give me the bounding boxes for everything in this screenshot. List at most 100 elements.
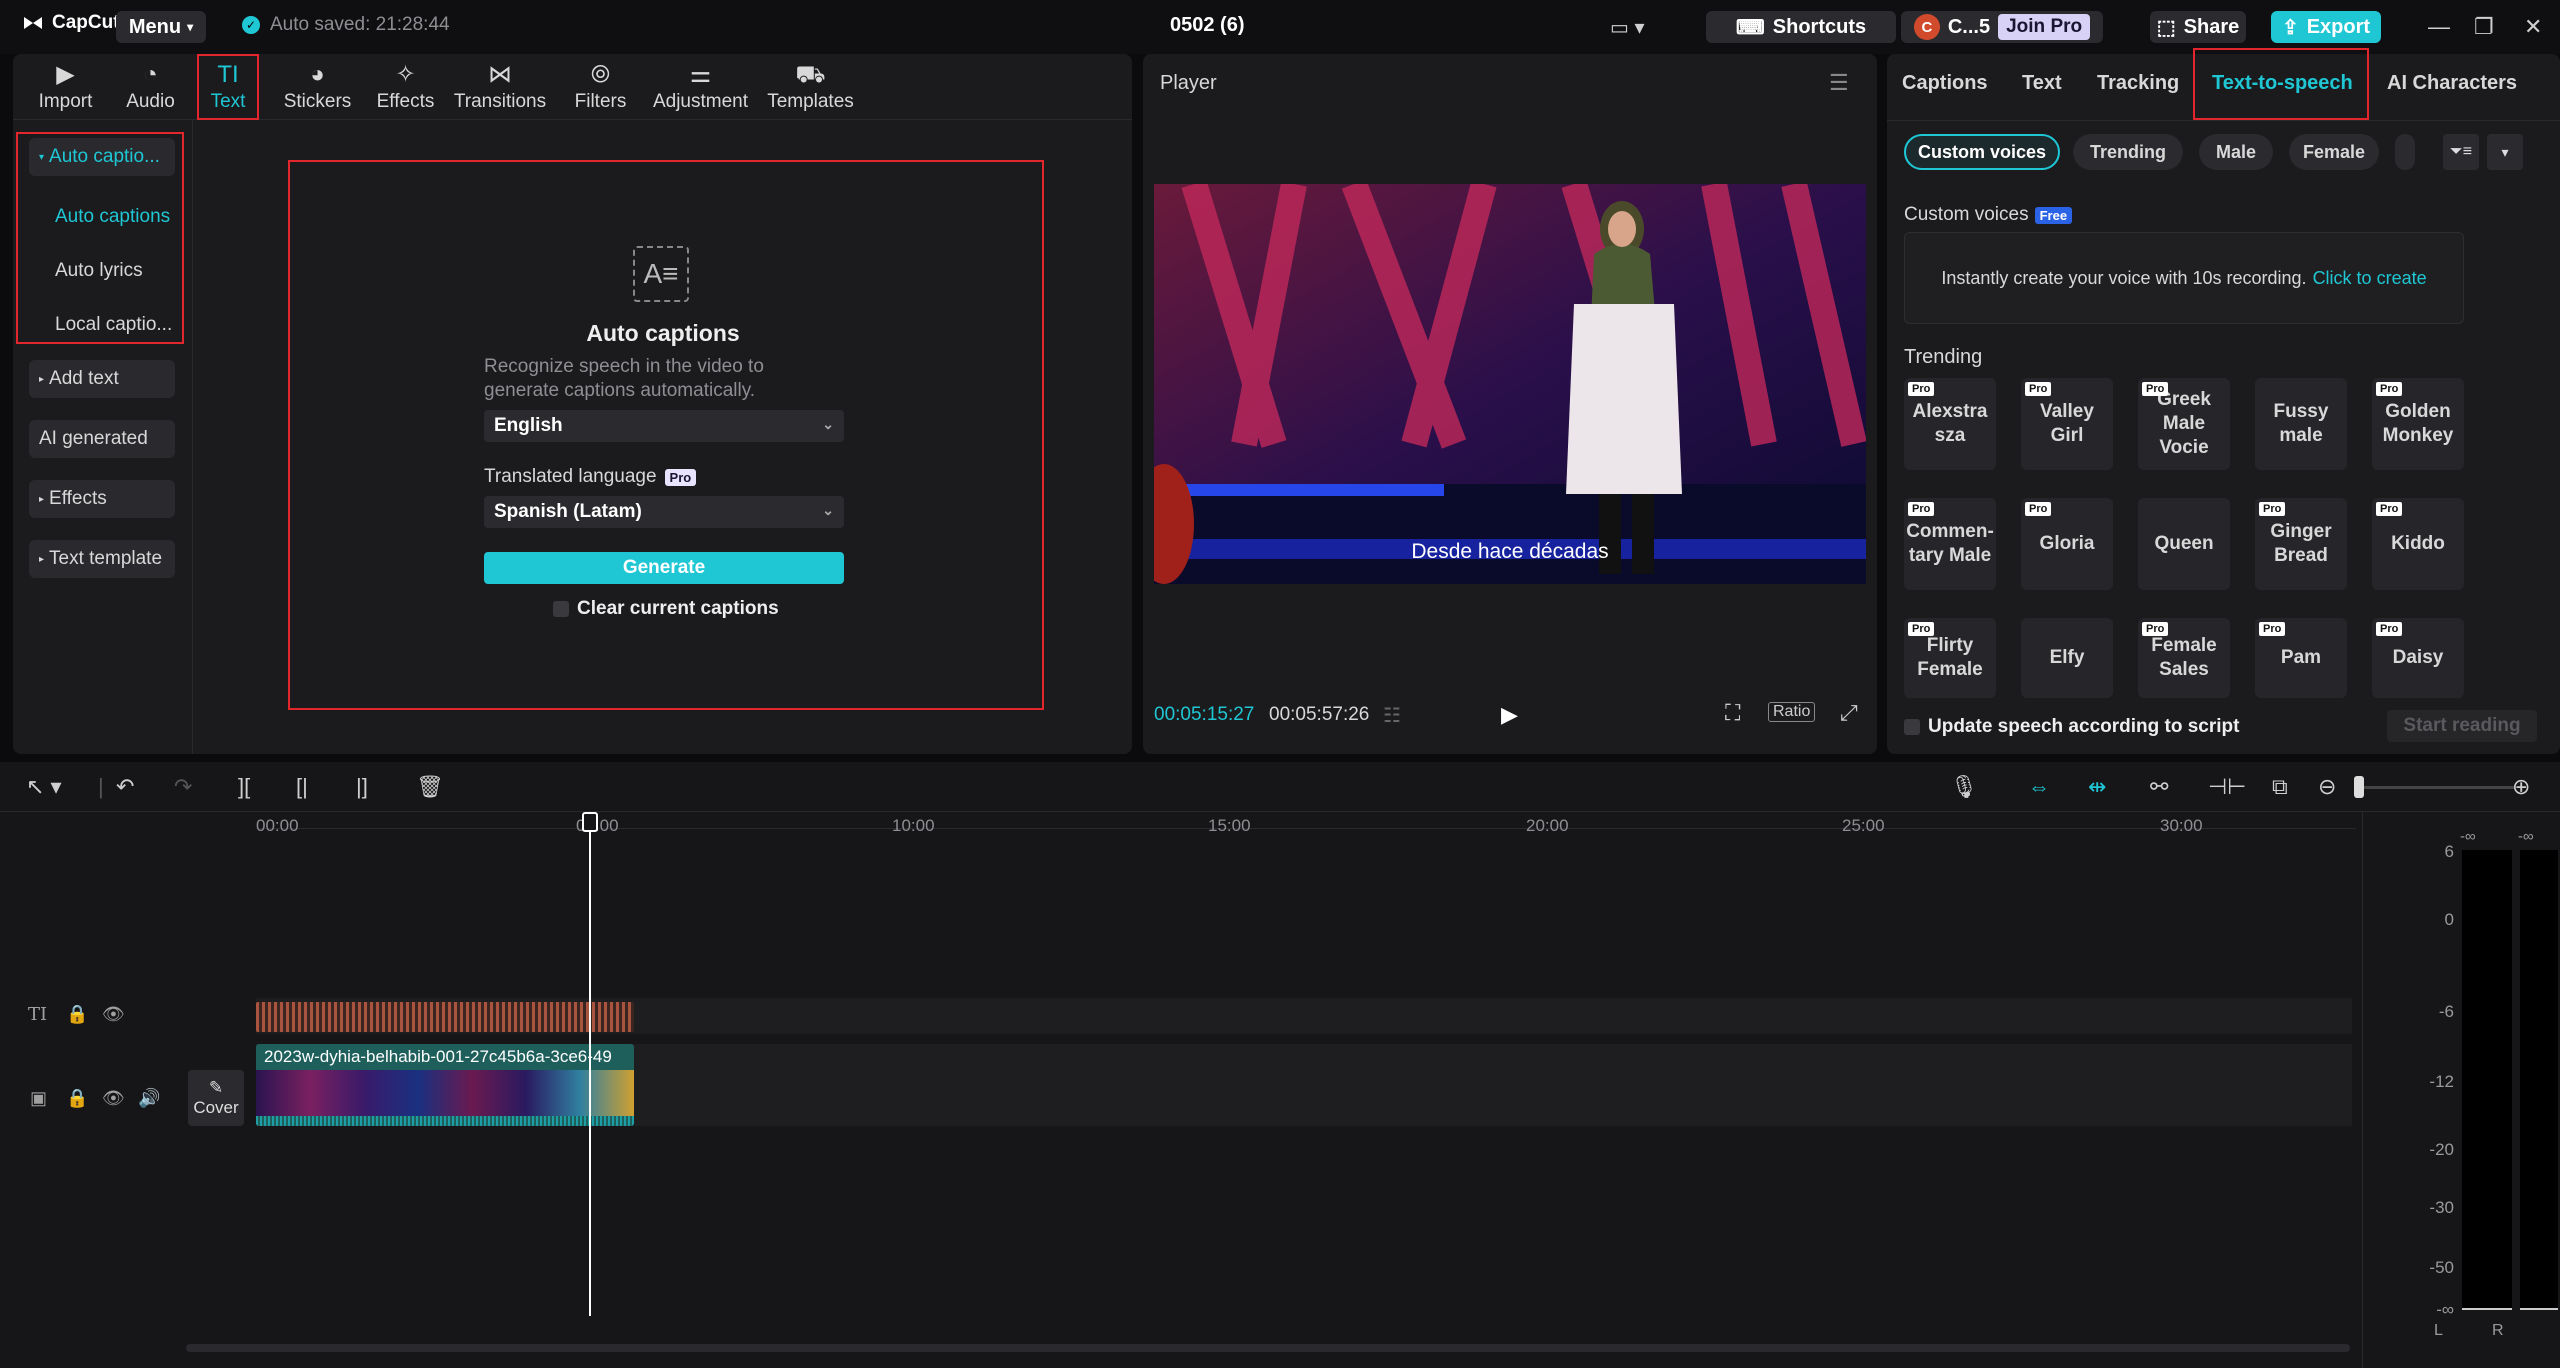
project-title[interactable]: 0502 (6) [1170,14,1245,37]
video-clip[interactable]: 2023w-dyhia-belhabib-001-27c45b6a-3ce6-4… [256,1044,634,1126]
sidebar-item-effects[interactable]: ▸ Effects [29,480,175,518]
toolbar-transitions[interactable]: ⋈ Transitions [445,58,555,118]
fullscreen-icon[interactable]: ⤢ [1840,700,1858,726]
sidebar-item-add-text[interactable]: ▸ Add text [29,360,175,398]
microphone-icon[interactable]: 🎙 [1950,774,1978,800]
clear-captions-option[interactable]: Clear current captions [553,598,779,620]
voice-card[interactable]: Pro Golden Monkey [2372,378,2464,470]
tab-ai-characters[interactable]: AI Characters [2387,72,2517,95]
audio-mute-icon[interactable]: 🔊 [138,1088,160,1109]
snapshot-icon[interactable]: ⛶ [1725,700,1740,726]
voice-card[interactable]: Pro Greek Male Vocie [2138,378,2230,470]
minimize-icon[interactable]: — [2428,14,2450,40]
start-reading-button[interactable]: Start reading [2387,710,2537,742]
snap-icon[interactable]: ⇹ [2088,774,2106,800]
zoom-in-icon[interactable]: ⊕ [2512,774,2530,800]
account-button[interactable]: C C...5 Join Pro [1901,11,2103,43]
voice-card[interactable]: Queen [2138,498,2230,590]
shortcuts-button[interactable]: ⌨ Shortcuts [1706,11,1896,43]
click-to-create-link[interactable]: Click to create [2313,268,2427,289]
voice-card[interactable]: Pro Kiddo [2372,498,2464,590]
voice-card[interactable]: Pro Valley Girl [2021,378,2113,470]
eye-icon[interactable]: 👁 [102,1004,125,1025]
toolbar-stickers[interactable]: ◕ Stickers [275,58,360,118]
tts-tab-highlight [2193,48,2369,120]
trim-left-icon[interactable]: [| [296,774,308,800]
chevron-down-icon[interactable]: ▾ [2487,134,2523,170]
link-icon[interactable]: ⚯ [2150,774,2168,800]
chip-custom-voices[interactable]: Custom voices [1904,134,2060,170]
share-button[interactable]: ⬚ Share [2150,11,2246,43]
sidebar-item-ai-generated[interactable]: AI generated [29,420,175,458]
tab-tracking[interactable]: Tracking [2097,72,2179,95]
toolbar-filters[interactable]: ⦾ Filters [558,58,643,118]
video-preview[interactable]: Desde hace décadas [1154,184,1866,584]
chip-trending[interactable]: Trending [2073,134,2183,170]
layout-icon[interactable]: ▭ ▾ [1610,15,1645,40]
generate-button[interactable]: Generate [484,552,844,584]
eye-icon[interactable]: 👁 [102,1088,125,1109]
select-cursor-icon[interactable]: ↖ ▾ [26,774,62,800]
toolbar-effects[interactable]: ✧ Effects [363,58,448,118]
timecode-list-icon[interactable]: ☷ [1383,703,1401,728]
update-speech-option[interactable]: Update speech according to script [1904,716,2239,738]
join-pro-badge[interactable]: Join Pro [1998,14,2091,40]
filter-icon[interactable]: ⏷≡ [2443,134,2479,170]
preview-axis-icon[interactable]: ⊣⊢ [2208,774,2246,800]
tab-captions[interactable]: Captions [1902,72,1988,95]
caption-clips[interactable] [256,1002,634,1032]
zoom-out-icon[interactable]: ⊖ [2318,774,2336,800]
trim-right-icon[interactable]: |] [356,774,368,800]
clear-captions-checkbox[interactable] [553,601,569,617]
meter-bar-left [2462,850,2512,1310]
export-button[interactable]: ⇪ Export [2271,11,2381,43]
playhead[interactable] [589,812,591,1316]
toolbar-audio[interactable]: ◔ Audio [108,58,193,118]
cover-button[interactable]: ✎ Cover [188,1070,244,1126]
voice-card[interactable]: Pro Female Sales [2138,618,2230,698]
toolbar-import[interactable]: ▶︎ Import [23,58,108,118]
playhead-handle[interactable] [582,812,598,832]
meter-channel-left: L [2434,1322,2443,1339]
pro-badge: Pro [2259,502,2286,516]
restore-icon[interactable]: ❐ [2474,14,2494,40]
chip-female[interactable]: Female [2289,134,2379,170]
player-menu-icon[interactable]: ☰ [1829,70,1849,96]
voice-card[interactable]: Pro Commen-tary Male [1904,498,1996,590]
chip-male[interactable]: Male [2199,134,2273,170]
close-icon[interactable]: ✕ [2524,14,2542,40]
lock-icon[interactable]: 🔒 [66,1004,88,1025]
zoom-slider-handle[interactable] [2354,776,2364,798]
voice-card[interactable]: Pro Ginger Bread [2255,498,2347,590]
update-speech-checkbox[interactable] [1904,719,1920,735]
voice-card[interactable]: Pro Pam [2255,618,2347,698]
voice-name: Pam [2280,647,2322,668]
capcut-logo: CapCut [22,12,120,34]
voice-card[interactable]: Pro Alexstra sza [1904,378,1996,470]
chip-more[interactable] [2395,134,2415,170]
language-select[interactable]: English ⌄ [484,410,844,442]
zoom-slider[interactable] [2355,786,2515,789]
lock-icon[interactable]: 🔒 [66,1088,88,1109]
tab-text[interactable]: Text [2022,72,2062,95]
voice-card[interactable]: Pro Flirty Female [1904,618,1996,698]
play-icon[interactable]: ▶ [1501,702,1518,728]
main-track-magnet-icon[interactable]: ⇔ [2028,774,2050,800]
menu-button[interactable]: Menu ▾ [116,11,206,43]
split-icon[interactable]: ][ [238,774,250,800]
voice-card[interactable]: Elfy [2021,618,2113,698]
voice-card[interactable]: Pro Gloria [2021,498,2113,590]
ratio-button[interactable]: Ratio [1768,702,1816,722]
undo-icon[interactable]: ↶ [116,774,134,800]
delete-icon[interactable]: 🗑 [416,774,444,800]
translated-language-select[interactable]: Spanish (Latam) ⌄ [484,496,844,528]
timeline-scrollbar[interactable] [186,1344,2350,1352]
audio-waveform [256,1116,634,1126]
redo-icon[interactable]: ↷ [174,774,192,800]
screen-icon[interactable]: ⧉ [2272,774,2288,800]
sidebar-item-text-template[interactable]: ▸ Text template [29,540,175,578]
toolbar-adjustment[interactable]: ⚌ Adjustment [633,58,768,118]
voice-card[interactable]: Fussy male [2255,378,2347,470]
toolbar-templates[interactable]: ⛟ Templates [758,58,863,118]
voice-card[interactable]: Pro Daisy [2372,618,2464,698]
